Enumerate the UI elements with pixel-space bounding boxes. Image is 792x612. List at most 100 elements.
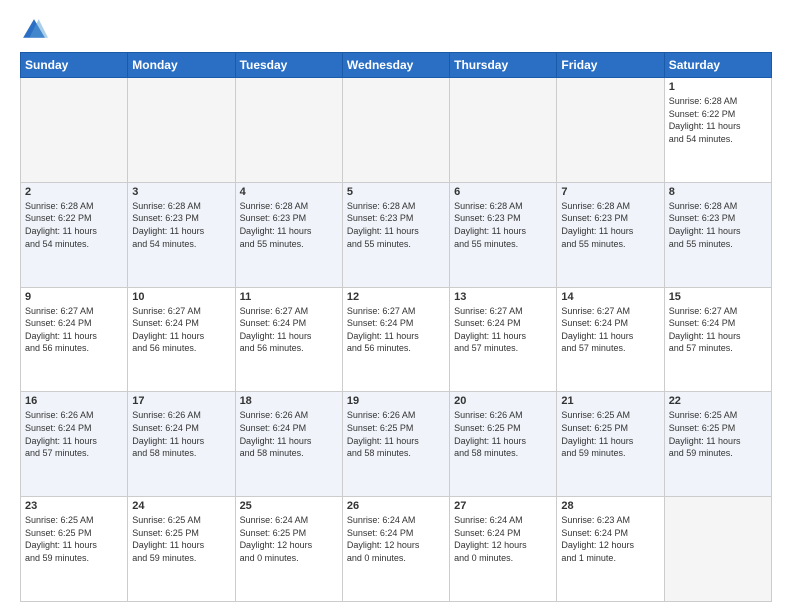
day-number: 6	[454, 186, 552, 198]
calendar-day-cell: 12 Sunrise: 6:27 AM Sunset: 6:24 PM Dayli…	[342, 287, 449, 392]
calendar-day-cell: 11 Sunrise: 6:27 AM Sunset: 6:24 PM Dayli…	[235, 287, 342, 392]
calendar-week-2: 2Sunrise: 6:28 AM Sunset: 6:22 PM Daylig…	[21, 182, 772, 287]
calendar-day-cell: 14 Sunrise: 6:27 AM Sunset: 6:24 PM Dayli…	[557, 287, 664, 392]
day-number: 13	[454, 291, 552, 303]
day-info: Sunrise: 6:27 AM Sunset: 6:24 PM Dayligh…	[669, 305, 767, 355]
day-number: 7	[561, 186, 659, 198]
calendar-day-cell	[664, 497, 771, 602]
day-info: Sunrise: 6:24 AM Sunset: 6:25 PM Dayligh…	[240, 514, 338, 564]
weekday-header-tuesday: Tuesday	[235, 53, 342, 78]
day-number: 9	[25, 291, 123, 303]
calendar-day-cell: 1 Sunrise: 6:28 AM Sunset: 6:22 PM Daylig…	[664, 78, 771, 183]
day-number: 22	[669, 395, 767, 407]
day-info: Sunrise: 6:25 AM Sunset: 6:25 PM Dayligh…	[561, 409, 659, 459]
day-number: 25	[240, 500, 338, 512]
calendar-day-cell: 15 Sunrise: 6:27 AM Sunset: 6:24 PM Dayli…	[664, 287, 771, 392]
header	[20, 16, 772, 44]
day-info: Sunrise: 6:26 AM Sunset: 6:24 PM Dayligh…	[25, 409, 123, 459]
calendar-day-cell: 21 Sunrise: 6:25 AM Sunset: 6:25 PM Dayli…	[557, 392, 664, 497]
calendar-day-cell: 18 Sunrise: 6:26 AM Sunset: 6:24 PM Dayli…	[235, 392, 342, 497]
day-info: Sunrise: 6:27 AM Sunset: 6:24 PM Dayligh…	[25, 305, 123, 355]
calendar-day-cell: 2Sunrise: 6:28 AM Sunset: 6:22 PM Daylig…	[21, 182, 128, 287]
logo	[20, 16, 52, 44]
calendar-day-cell: 28 Sunrise: 6:23 AM Sunset: 6:24 PM Dayli…	[557, 497, 664, 602]
day-info: Sunrise: 6:26 AM Sunset: 6:24 PM Dayligh…	[240, 409, 338, 459]
calendar-day-cell: 25 Sunrise: 6:24 AM Sunset: 6:25 PM Dayli…	[235, 497, 342, 602]
day-info: Sunrise: 6:25 AM Sunset: 6:25 PM Dayligh…	[25, 514, 123, 564]
day-number: 19	[347, 395, 445, 407]
day-info: Sunrise: 6:27 AM Sunset: 6:24 PM Dayligh…	[347, 305, 445, 355]
day-number: 23	[25, 500, 123, 512]
day-info: Sunrise: 6:25 AM Sunset: 6:25 PM Dayligh…	[132, 514, 230, 564]
day-number: 8	[669, 186, 767, 198]
day-number: 12	[347, 291, 445, 303]
day-number: 5	[347, 186, 445, 198]
calendar-day-cell: 13 Sunrise: 6:27 AM Sunset: 6:24 PM Dayli…	[450, 287, 557, 392]
calendar-day-cell	[342, 78, 449, 183]
day-number: 14	[561, 291, 659, 303]
calendar-day-cell: 23 Sunrise: 6:25 AM Sunset: 6:25 PM Dayli…	[21, 497, 128, 602]
day-info: Sunrise: 6:28 AM Sunset: 6:23 PM Dayligh…	[561, 200, 659, 250]
day-number: 20	[454, 395, 552, 407]
calendar-day-cell: 24 Sunrise: 6:25 AM Sunset: 6:25 PM Dayli…	[128, 497, 235, 602]
calendar-table: SundayMondayTuesdayWednesdayThursdayFrid…	[20, 52, 772, 602]
calendar-day-cell: 9 Sunrise: 6:27 AM Sunset: 6:24 PM Daylig…	[21, 287, 128, 392]
weekday-header-wednesday: Wednesday	[342, 53, 449, 78]
day-info: Sunrise: 6:27 AM Sunset: 6:24 PM Dayligh…	[132, 305, 230, 355]
day-number: 11	[240, 291, 338, 303]
day-number: 10	[132, 291, 230, 303]
day-number: 18	[240, 395, 338, 407]
calendar-day-cell: 5 Sunrise: 6:28 AM Sunset: 6:23 PM Daylig…	[342, 182, 449, 287]
day-number: 4	[240, 186, 338, 198]
day-number: 3	[132, 186, 230, 198]
calendar-day-cell: 16Sunrise: 6:26 AM Sunset: 6:24 PM Dayli…	[21, 392, 128, 497]
calendar-day-cell	[21, 78, 128, 183]
day-info: Sunrise: 6:28 AM Sunset: 6:23 PM Dayligh…	[454, 200, 552, 250]
day-info: Sunrise: 6:23 AM Sunset: 6:24 PM Dayligh…	[561, 514, 659, 564]
calendar-day-cell	[450, 78, 557, 183]
calendar-day-cell: 8 Sunrise: 6:28 AM Sunset: 6:23 PM Daylig…	[664, 182, 771, 287]
day-info: Sunrise: 6:28 AM Sunset: 6:23 PM Dayligh…	[669, 200, 767, 250]
calendar-day-cell: 4 Sunrise: 6:28 AM Sunset: 6:23 PM Daylig…	[235, 182, 342, 287]
weekday-header-sunday: Sunday	[21, 53, 128, 78]
day-number: 17	[132, 395, 230, 407]
day-info: Sunrise: 6:24 AM Sunset: 6:24 PM Dayligh…	[454, 514, 552, 564]
calendar-day-cell: 19 Sunrise: 6:26 AM Sunset: 6:25 PM Dayli…	[342, 392, 449, 497]
calendar-day-cell: 17Sunrise: 6:26 AM Sunset: 6:24 PM Dayli…	[128, 392, 235, 497]
day-number: 15	[669, 291, 767, 303]
weekday-header-monday: Monday	[128, 53, 235, 78]
day-info: Sunrise: 6:26 AM Sunset: 6:25 PM Dayligh…	[454, 409, 552, 459]
day-number: 21	[561, 395, 659, 407]
day-number: 27	[454, 500, 552, 512]
calendar-day-cell	[128, 78, 235, 183]
day-number: 1	[669, 81, 767, 93]
day-info: Sunrise: 6:27 AM Sunset: 6:24 PM Dayligh…	[454, 305, 552, 355]
day-info: Sunrise: 6:27 AM Sunset: 6:24 PM Dayligh…	[240, 305, 338, 355]
day-number: 28	[561, 500, 659, 512]
day-number: 2	[25, 186, 123, 198]
weekday-header-friday: Friday	[557, 53, 664, 78]
day-info: Sunrise: 6:28 AM Sunset: 6:23 PM Dayligh…	[347, 200, 445, 250]
day-info: Sunrise: 6:27 AM Sunset: 6:24 PM Dayligh…	[561, 305, 659, 355]
weekday-header-saturday: Saturday	[664, 53, 771, 78]
weekday-header-row: SundayMondayTuesdayWednesdayThursdayFrid…	[21, 53, 772, 78]
calendar-day-cell	[557, 78, 664, 183]
calendar-day-cell: 27 Sunrise: 6:24 AM Sunset: 6:24 PM Dayli…	[450, 497, 557, 602]
logo-icon	[20, 16, 48, 44]
calendar-week-5: 23 Sunrise: 6:25 AM Sunset: 6:25 PM Dayli…	[21, 497, 772, 602]
calendar-day-cell: 26Sunrise: 6:24 AM Sunset: 6:24 PM Dayli…	[342, 497, 449, 602]
day-number: 24	[132, 500, 230, 512]
calendar-week-4: 16Sunrise: 6:26 AM Sunset: 6:24 PM Dayli…	[21, 392, 772, 497]
day-number: 26	[347, 500, 445, 512]
calendar-week-3: 9 Sunrise: 6:27 AM Sunset: 6:24 PM Daylig…	[21, 287, 772, 392]
day-info: Sunrise: 6:28 AM Sunset: 6:23 PM Dayligh…	[240, 200, 338, 250]
calendar-week-1: 1 Sunrise: 6:28 AM Sunset: 6:22 PM Daylig…	[21, 78, 772, 183]
day-info: Sunrise: 6:28 AM Sunset: 6:22 PM Dayligh…	[669, 95, 767, 145]
calendar-day-cell: 20 Sunrise: 6:26 AM Sunset: 6:25 PM Dayli…	[450, 392, 557, 497]
day-info: Sunrise: 6:28 AM Sunset: 6:23 PM Dayligh…	[132, 200, 230, 250]
day-info: Sunrise: 6:25 AM Sunset: 6:25 PM Dayligh…	[669, 409, 767, 459]
page: SundayMondayTuesdayWednesdayThursdayFrid…	[0, 0, 792, 612]
calendar-day-cell: 6 Sunrise: 6:28 AM Sunset: 6:23 PM Daylig…	[450, 182, 557, 287]
weekday-header-thursday: Thursday	[450, 53, 557, 78]
day-info: Sunrise: 6:26 AM Sunset: 6:25 PM Dayligh…	[347, 409, 445, 459]
